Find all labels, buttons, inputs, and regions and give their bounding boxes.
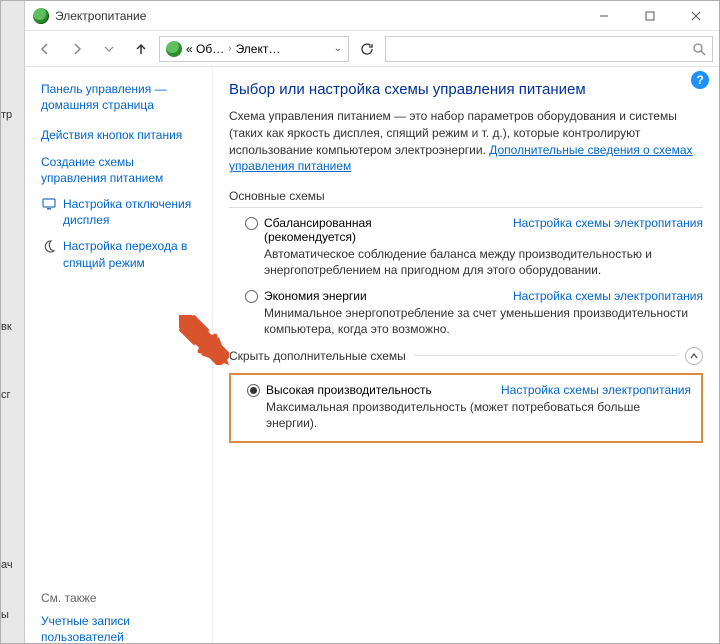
radio-high-performance[interactable] <box>247 384 260 397</box>
extra-plans-label: Скрыть дополнительные схемы <box>229 349 406 363</box>
divider <box>414 355 677 356</box>
sidebar-item-label: Настройка отключения дисплея <box>63 196 202 228</box>
sidebar-item-label: Создание схемы управления питанием <box>41 154 202 186</box>
section-main-plans: Основные схемы <box>229 189 703 203</box>
intro-text: Схема управления питанием — это набор па… <box>229 108 703 175</box>
see-also-user-accounts-link[interactable]: Учетные записи пользователей <box>41 613 202 644</box>
nav-back-button[interactable] <box>31 35 59 63</box>
plan-settings-link[interactable]: Настройка схемы электропитания <box>501 383 691 397</box>
sidebar-link-display-off[interactable]: Настройка отключения дисплея <box>41 196 202 228</box>
help-button[interactable]: ? <box>691 71 709 89</box>
sidebar: Панель управления — домашняя страница Де… <box>25 67 213 643</box>
collapse-button[interactable] <box>685 347 703 365</box>
background-fragment: тр вк сг ач ы <box>1 1 25 644</box>
radio-balanced[interactable] <box>245 217 258 230</box>
sidebar-link-power-buttons[interactable]: Действия кнопок питания <box>41 127 202 143</box>
see-also-header: См. также <box>41 591 202 605</box>
extra-plans-toggle-row: Скрыть дополнительные схемы <box>229 347 703 365</box>
display-icon <box>41 196 57 212</box>
chevron-up-icon <box>689 351 699 361</box>
search-icon <box>692 42 706 56</box>
plan-desc: Минимальное энергопотребление за счет ум… <box>264 305 703 337</box>
minimize-button[interactable] <box>581 1 627 31</box>
sidebar-item-label: Учетные записи пользователей <box>41 613 202 644</box>
see-also-section: См. также Учетные записи пользователей <box>41 591 202 644</box>
maximize-button[interactable] <box>627 1 673 31</box>
highlight-annotation: Высокая производительность Настройка схе… <box>229 373 703 443</box>
titlebar: Электропитание <box>25 1 719 31</box>
plan-name[interactable]: Высокая производительность <box>266 383 432 397</box>
breadcrumb-segment[interactable]: « Об… <box>186 42 224 56</box>
sidebar-link-create-plan[interactable]: Создание схемы управления питанием <box>41 154 202 186</box>
plan-power-saver: Экономия энергии Настройка схемы электро… <box>229 289 703 337</box>
radio-power-saver[interactable] <box>245 290 258 303</box>
plan-settings-link[interactable]: Настройка схемы электропитания <box>513 289 703 303</box>
plan-settings-link[interactable]: Настройка схемы электропитания <box>513 216 703 230</box>
plan-name[interactable]: Экономия энергии <box>264 289 367 303</box>
close-button[interactable] <box>673 1 719 31</box>
page-heading: Выбор или настройка схемы управления пит… <box>229 81 703 98</box>
nav-forward-button[interactable] <box>63 35 91 63</box>
window-title: Электропитание <box>55 9 146 23</box>
search-input[interactable] <box>385 36 713 62</box>
power-options-icon <box>166 41 182 57</box>
breadcrumb-segment[interactable]: Элект… <box>236 42 281 56</box>
navbar: « Об… › Элект… ⌄ <box>25 31 719 67</box>
chevron-down-icon[interactable]: ⌄ <box>334 43 342 54</box>
sidebar-item-label: Настройка перехода в спящий режим <box>63 238 202 270</box>
sidebar-item-label: Действия кнопок питания <box>41 127 182 143</box>
plan-high-performance: Высокая производительность Настройка схе… <box>237 383 691 431</box>
plan-desc: Максимальная производительность (может п… <box>266 399 691 431</box>
nav-up-button[interactable] <box>127 35 155 63</box>
power-options-icon <box>33 8 49 24</box>
moon-icon <box>41 238 57 254</box>
main-panel: ? Выбор или настройка схемы управления п… <box>213 67 719 643</box>
window: тр вк сг ач ы Электропитание « Об… › Эле… <box>0 0 720 644</box>
sidebar-link-sleep[interactable]: Настройка перехода в спящий режим <box>41 238 202 270</box>
plan-name[interactable]: Сбалансированная (рекомендуется) <box>264 216 372 244</box>
nav-recent-button[interactable] <box>95 35 123 63</box>
window-controls <box>581 1 719 31</box>
divider <box>229 207 703 208</box>
chevron-right-icon: › <box>228 43 231 54</box>
plan-desc: Автоматическое соблюдение баланса между … <box>264 246 703 278</box>
control-panel-home-link[interactable]: Панель управления — домашняя страница <box>41 81 202 113</box>
plan-balanced: Сбалансированная (рекомендуется) Настрой… <box>229 216 703 278</box>
address-bar[interactable]: « Об… › Элект… ⌄ <box>159 36 349 62</box>
content-body: Панель управления — домашняя страница Де… <box>25 67 719 643</box>
refresh-button[interactable] <box>353 35 381 63</box>
